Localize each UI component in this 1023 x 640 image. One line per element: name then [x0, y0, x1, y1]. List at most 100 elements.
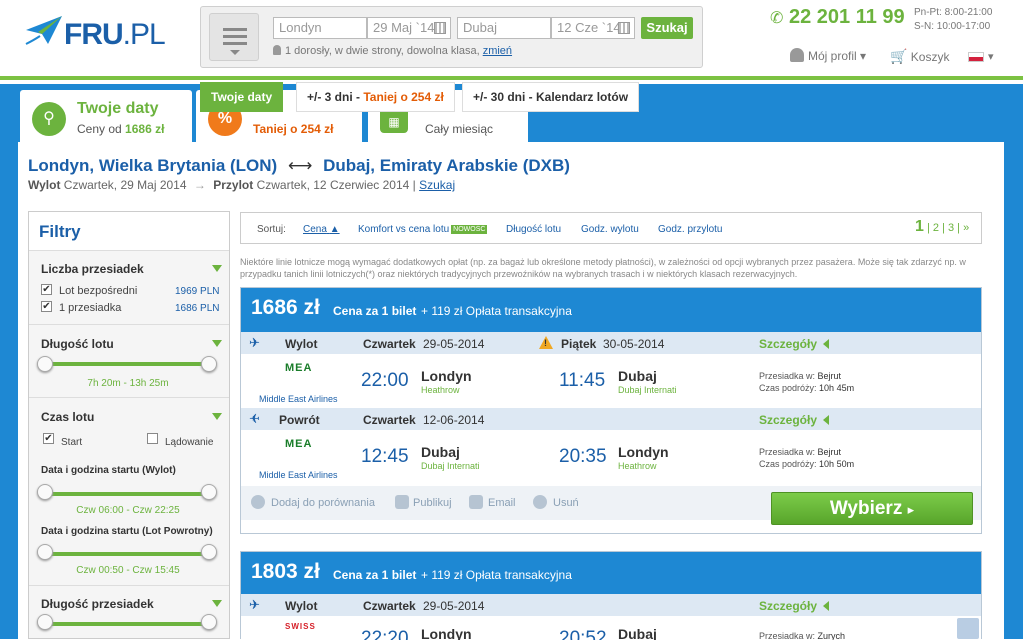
logo[interactable]: FRU.PL — [24, 14, 194, 54]
details-link[interactable]: Szczegóły — [759, 337, 817, 351]
inbound-segment[interactable]: MEA Middle East Airlines 12:45 Dubaj Dub… — [241, 430, 981, 484]
change-link[interactable]: zmień — [483, 45, 512, 57]
fees-notice: Niektóre linie lotnicze mogą wymagać dod… — [240, 257, 966, 279]
departure-time-slider-track[interactable] — [45, 492, 209, 496]
page-next[interactable]: » — [963, 222, 969, 234]
filter-layover-title[interactable]: Długość przesiadek — [41, 597, 154, 611]
close-icon[interactable] — [533, 495, 547, 509]
page-1[interactable]: 1 — [915, 218, 924, 235]
select-button[interactable]: Wybierz ▸ — [771, 492, 973, 525]
result-header: 1803 zł Cena za 1 bilet + 119 zł Opłata … — [241, 552, 981, 596]
duration-slider-handle-max[interactable] — [201, 356, 217, 372]
phone-icon: ✆ — [770, 10, 784, 27]
destination-input[interactable]: Dubaj — [457, 17, 551, 39]
logo-wordmark: FRU.PL — [64, 18, 166, 51]
result-price: 1686 zł — [251, 296, 320, 319]
plane-icon: ✈ — [249, 597, 260, 612]
cart-link[interactable]: 🛒 Koszyk — [890, 48, 949, 65]
arrow-right-icon: → — [193, 178, 206, 192]
passenger-summary: 1 dorosły, w dwie strony, dowolna klasa,… — [273, 45, 512, 57]
collapse-arrow-icon[interactable] — [212, 340, 222, 347]
heart-icon[interactable] — [251, 495, 265, 509]
return-slider-handle-min[interactable] — [37, 544, 53, 560]
user-icon — [790, 48, 804, 62]
chevron-down-icon: ▾ — [860, 49, 867, 63]
duration-slider-track[interactable] — [45, 362, 209, 366]
sort-bar: Sortuj: Cena ▲ Komfort vs cena lotu NOWOŚ… — [240, 212, 982, 244]
inbound-leg-bar: ✈ Powrót Czwartek 12-06-2014 Szczegóły — [241, 408, 981, 430]
landing-checkbox[interactable] — [147, 433, 158, 444]
sort-arrival[interactable]: Godz. przylotu — [658, 224, 722, 235]
return-date-input[interactable]: 12 Cze `14 — [551, 17, 635, 39]
scroll-up-button[interactable] — [957, 618, 979, 639]
route-title: Londyn, Wielka Brytania (LON) ⟷ Dubaj, E… — [28, 156, 570, 175]
outbound-segment[interactable]: MEA Middle East Airlines 22:00 Londyn He… — [241, 354, 981, 408]
sort-up-icon: ▲ — [329, 224, 340, 235]
start-checkbox[interactable]: ✔ — [43, 433, 54, 444]
layover-slider-handle-min[interactable] — [37, 614, 53, 630]
return-slider-handle-max[interactable] — [201, 544, 217, 560]
caret-left-icon[interactable] — [823, 601, 829, 611]
sort-duration[interactable]: Długość lotu — [506, 224, 561, 235]
chevron-down-icon[interactable]: ▾ — [988, 50, 994, 63]
sort-departure[interactable]: Godz. wylotu — [581, 224, 639, 235]
airline-logo: MEA — [285, 438, 313, 450]
result-price: 1803 zł — [251, 560, 320, 583]
tooltip-30-days: +/- 30 dni - Kalendarz lotów — [462, 82, 640, 112]
profile-menu[interactable]: Mój profil ▾ — [790, 48, 866, 63]
details-link[interactable]: Szczegóły — [759, 413, 817, 427]
facebook-icon[interactable] — [395, 495, 409, 509]
paper-plane-icon — [25, 16, 62, 45]
filter-stops-title[interactable]: Liczba przesiadek — [41, 262, 144, 276]
collapse-arrow-icon[interactable] — [212, 265, 222, 272]
search-button[interactable]: Szukaj — [641, 17, 693, 39]
page-2[interactable]: 2 — [933, 222, 939, 234]
plane-icon: ✈ — [249, 411, 260, 426]
result-header: 1686 zł Cena za 1 bilet + 119 zł Opłata … — [241, 288, 981, 332]
departure-slider-handle-min[interactable] — [37, 484, 53, 500]
person-icon — [273, 45, 281, 55]
sort-price[interactable]: Cena ▲ — [303, 224, 340, 235]
plane-icon: ✈ — [249, 335, 260, 350]
stop-direct-checkbox[interactable]: ✔ — [41, 284, 52, 295]
compare-link[interactable]: Dodaj do porównania — [271, 497, 375, 509]
departure-slider-handle-max[interactable] — [201, 484, 217, 500]
airline-logo: SWISS — [285, 622, 316, 631]
tab-your-dates[interactable]: ⚲ Twoje daty Ceny od 1686 zł — [20, 90, 192, 144]
caret-left-icon[interactable] — [823, 415, 829, 425]
origin-input[interactable]: Londyn — [273, 17, 367, 39]
outbound-leg-bar: ✈ Wylot Czwartek 29-05-2014 ! Piątek 30-… — [241, 332, 981, 354]
outbound-leg-bar: ✈ Wylot Czwartek 29-05-2014 Szczegóły — [241, 594, 981, 616]
calendar-icon[interactable] — [618, 22, 630, 34]
return-time-slider-track[interactable] — [45, 552, 209, 556]
language-flag-icon[interactable] — [968, 52, 984, 62]
airline-logo: MEA — [285, 362, 313, 374]
header: FRU.PL Londyn 29 Maj `14 Dubaj 12 Cze `1… — [0, 0, 1023, 80]
phone-number: ✆ 22 201 11 99 — [770, 6, 905, 28]
email-icon[interactable] — [469, 495, 483, 509]
filter-duration-title[interactable]: Długość lotu — [41, 337, 114, 351]
sort-comfort[interactable]: Komfort vs cena lotu NOWOŚĆ — [358, 224, 488, 235]
tooltip-your-dates: Twoje daty — [200, 82, 284, 112]
outbound-segment[interactable]: SWISS 22:20 Londyn 20:52 Dubaj Przesiadk… — [241, 616, 981, 640]
caret-left-icon[interactable] — [823, 339, 829, 349]
collapse-arrow-icon[interactable] — [212, 413, 222, 420]
duration-slider-handle-min[interactable] — [37, 356, 53, 372]
details-link[interactable]: Szczegóły — [759, 599, 817, 613]
layover-slider-track[interactable] — [45, 622, 209, 626]
publish-link[interactable]: Publikuj — [413, 497, 452, 509]
stop-one-checkbox[interactable]: ✔ — [41, 301, 52, 312]
collapse-arrow-icon[interactable] — [212, 600, 222, 607]
route-search-link[interactable]: Szukaj — [419, 178, 455, 192]
search-box: Londyn 29 Maj `14 Dubaj 12 Cze `14 Szuka… — [200, 6, 703, 68]
filters-title: Filtry — [29, 212, 229, 251]
page-3[interactable]: 3 — [948, 222, 954, 234]
calendar-icon[interactable] — [434, 22, 446, 34]
menu-button[interactable] — [209, 13, 259, 61]
layover-slider-handle-max[interactable] — [201, 614, 217, 630]
depart-date-input[interactable]: 29 Maj `14 — [367, 17, 451, 39]
filter-time-title[interactable]: Czas lotu — [41, 410, 94, 424]
email-link[interactable]: Email — [488, 497, 516, 509]
delete-link[interactable]: Usuń — [553, 497, 579, 509]
route-dates: Wylot Czwartek, 29 Maj 2014 → Przylot Cz… — [28, 178, 456, 192]
